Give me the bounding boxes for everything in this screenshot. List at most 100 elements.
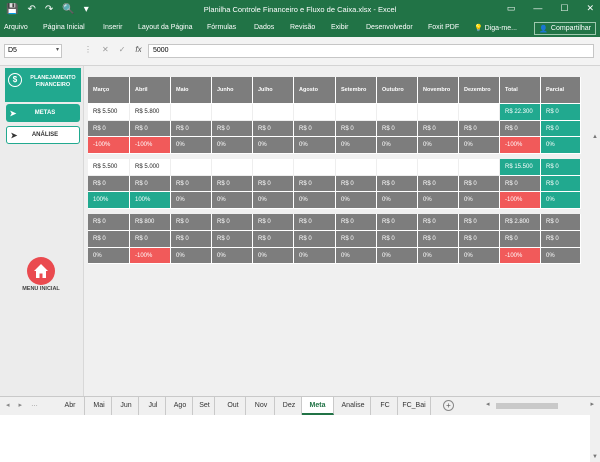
table-cell[interactable]: R$ 0 [88, 120, 130, 138]
table-cell[interactable]: 0% [418, 192, 459, 210]
formula-input[interactable]: 5000 [148, 44, 594, 58]
table-cell[interactable] [212, 159, 253, 176]
table-cell[interactable]: 0% [418, 247, 459, 265]
table-cell[interactable]: R$ 0 [88, 214, 130, 231]
table-cell[interactable]: R$ 0 [377, 175, 418, 193]
table-cell[interactable]: R$ 0 [130, 230, 171, 248]
table-cell[interactable]: -100% [130, 247, 171, 265]
table-cell[interactable]: R$ 5.500 [88, 104, 130, 121]
table-cell[interactable]: 0% [336, 192, 377, 210]
table-cell[interactable]: R$ 2.800 [500, 214, 541, 231]
table-cell[interactable]: 0% [377, 192, 418, 210]
table-cell[interactable]: R$ 0 [377, 230, 418, 248]
tab-dados[interactable]: Dados [254, 24, 274, 31]
table-cell[interactable]: R$ 0 [294, 175, 336, 193]
table-cell[interactable]: R$ 0 [418, 120, 459, 138]
tab-desenvolvedor[interactable]: Desenvolvedor [366, 24, 413, 31]
table-cell[interactable]: R$ 0 [541, 214, 581, 231]
table-cell[interactable]: 0% [212, 137, 253, 155]
scroll-right-icon[interactable]: ▸ [590, 400, 594, 408]
table-cell[interactable]: 0% [294, 192, 336, 210]
tell-me-search[interactable]: 💡 Diga-me... [474, 24, 517, 32]
table-cell[interactable] [171, 159, 212, 176]
table-cell[interactable]: 0% [459, 192, 500, 210]
tab-exibir[interactable]: Exibir [331, 24, 349, 31]
table-cell[interactable]: R$ 0 [336, 175, 377, 193]
header-cell[interactable]: Março [88, 77, 130, 104]
table-cell[interactable] [377, 159, 418, 176]
horizontal-scrollbar[interactable]: ◂ ▸ [466, 401, 596, 411]
cancel-icon[interactable]: ✕ [102, 45, 109, 54]
table-cell[interactable]: R$ 0 [500, 230, 541, 248]
sheet-tab-analise[interactable]: Analise [336, 397, 371, 415]
table-cell[interactable]: -100% [88, 137, 130, 155]
header-cell[interactable]: Parcial [541, 77, 581, 104]
table-cell[interactable]: -100% [500, 137, 541, 155]
table-cell[interactable]: R$ 0 [500, 120, 541, 138]
tab-revisao[interactable]: Revisão [290, 24, 315, 31]
table-cell[interactable]: 0% [459, 247, 500, 265]
close-icon[interactable]: ✕ [586, 3, 594, 14]
table-cell[interactable]: R$ 0 [253, 230, 294, 248]
tab-pagina-inicial[interactable]: Página Inicial [43, 24, 85, 31]
sheet-tab-set[interactable]: Set [195, 397, 215, 415]
table-cell[interactable] [171, 104, 212, 121]
table-cell[interactable]: R$ 0 [459, 120, 500, 138]
table-cell[interactable]: 0% [253, 192, 294, 210]
scroll-left-icon[interactable]: ◂ [486, 400, 490, 408]
metas-button[interactable]: ➤ METAS [6, 104, 80, 122]
table-cell[interactable] [418, 104, 459, 121]
table-cell[interactable] [418, 159, 459, 176]
table-cell[interactable]: R$ 0 [418, 214, 459, 231]
table-cell[interactable]: -100% [500, 247, 541, 265]
enter-icon[interactable]: ✓ [119, 45, 126, 54]
insert-function-icon[interactable]: fx [135, 45, 141, 54]
table-cell[interactable] [253, 159, 294, 176]
table-cell[interactable]: R$ 0 [459, 214, 500, 231]
table-cell[interactable]: R$ 0 [418, 175, 459, 193]
table-cell[interactable]: 0% [253, 247, 294, 265]
table-cell[interactable]: R$ 0 [171, 175, 212, 193]
table-cell[interactable]: R$ 0 [171, 230, 212, 248]
table-cell[interactable] [294, 159, 336, 176]
table-cell[interactable]: R$ 0 [541, 159, 581, 176]
table-cell[interactable]: R$ 0 [88, 230, 130, 248]
header-cell[interactable]: Total [500, 77, 541, 104]
table-cell[interactable]: R$ 0 [377, 214, 418, 231]
table-cell[interactable]: R$ 0 [88, 175, 130, 193]
tab-layout[interactable]: Layout da Página [138, 24, 193, 31]
header-cell[interactable]: Outubro [377, 77, 418, 104]
table-cell[interactable]: R$ 0 [336, 230, 377, 248]
table-cell[interactable]: R$ 5.500 [88, 159, 130, 176]
table-cell[interactable]: R$ 0 [541, 230, 581, 248]
home-button[interactable] [27, 257, 55, 285]
tab-inserir[interactable]: Inserir [103, 24, 122, 31]
header-cell[interactable]: Novembro [418, 77, 459, 104]
scroll-thumb[interactable] [496, 403, 558, 409]
table-cell[interactable]: R$ 0 [253, 214, 294, 231]
table-cell[interactable]: 0% [377, 247, 418, 265]
sheet-tab-fc-bai[interactable]: FC_Bai [398, 397, 431, 415]
table-cell[interactable]: R$ 0 [130, 175, 171, 193]
table-cell[interactable]: -100% [130, 137, 171, 155]
table-cell[interactable]: R$ 0 [541, 104, 581, 121]
table-cell[interactable]: 0% [294, 247, 336, 265]
table-cell[interactable]: 0% [88, 247, 130, 265]
table-cell[interactable]: 0% [459, 137, 500, 155]
table-cell[interactable]: R$ 22.300 [500, 104, 541, 121]
table-cell[interactable]: R$ 0 [294, 120, 336, 138]
table-cell[interactable]: R$ 0 [418, 230, 459, 248]
table-cell[interactable]: R$ 0 [212, 175, 253, 193]
table-cell[interactable] [377, 104, 418, 121]
table-cell[interactable]: 0% [541, 137, 581, 155]
minimize-icon[interactable]: — [533, 3, 542, 14]
tab-arquivo[interactable]: Arquivo [4, 24, 28, 31]
table-cell[interactable]: 0% [253, 137, 294, 155]
table-cell[interactable] [336, 104, 377, 121]
name-box[interactable]: D5 ▾ [4, 44, 62, 58]
table-cell[interactable]: R$ 0 [500, 175, 541, 193]
table-cell[interactable] [459, 159, 500, 176]
table-cell[interactable]: 0% [336, 137, 377, 155]
table-cell[interactable]: 0% [171, 192, 212, 210]
share-button[interactable]: 👤 Compartilhar [534, 22, 596, 35]
